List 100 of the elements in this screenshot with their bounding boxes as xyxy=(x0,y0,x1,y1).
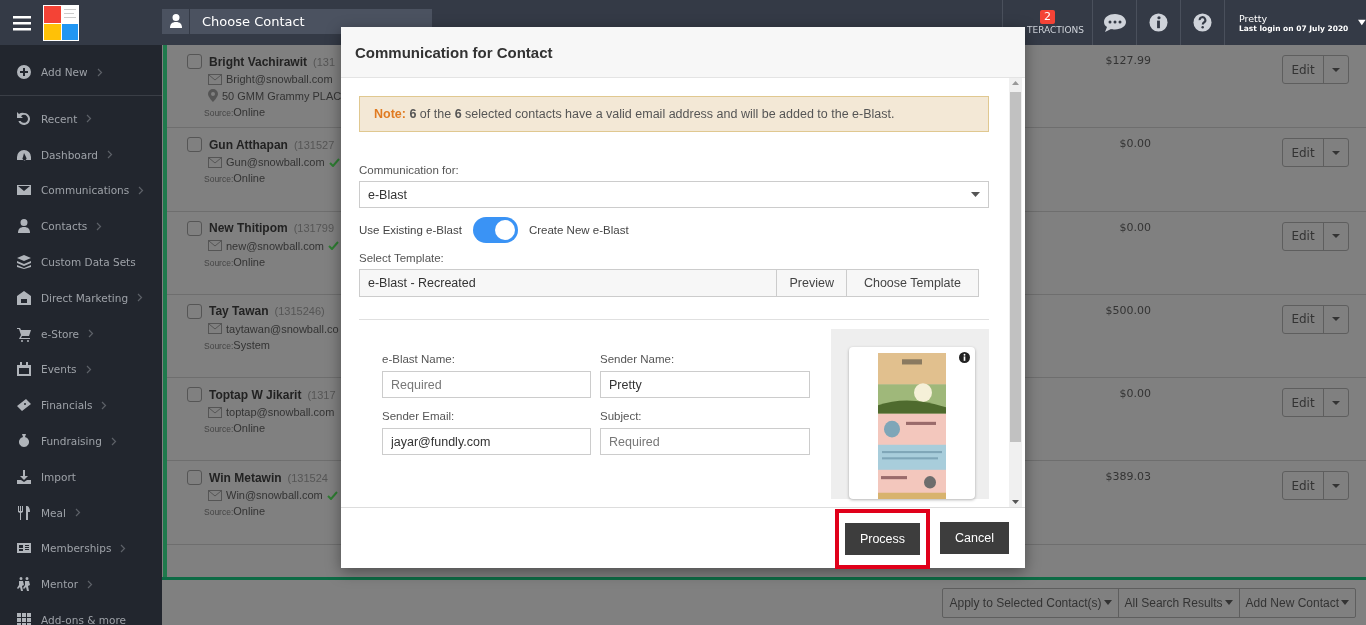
info-icon[interactable] xyxy=(1149,13,1168,32)
cancel-button[interactable]: Cancel xyxy=(940,522,1009,554)
menu-icon[interactable] xyxy=(13,14,31,31)
dropdown-button[interactable]: Add New Contact xyxy=(1238,588,1355,617)
row-checkbox[interactable] xyxy=(187,303,202,319)
edit-split-button[interactable]: Edit xyxy=(1282,55,1349,84)
edit-split-button[interactable]: Edit xyxy=(1282,388,1349,418)
row-checkbox[interactable] xyxy=(187,137,202,153)
chevron-icon xyxy=(96,67,103,77)
info-icon[interactable] xyxy=(959,352,970,363)
contact-email: taytawan@snowball.co xyxy=(226,322,339,335)
scroll-up-icon[interactable] xyxy=(1012,81,1019,85)
edit-split-button[interactable]: Edit xyxy=(1282,471,1349,501)
chevron-icon xyxy=(86,114,93,124)
contact-name[interactable]: Win Metawin xyxy=(209,471,282,485)
edit-split-button[interactable]: Edit xyxy=(1282,304,1349,334)
text-field[interactable]: Required xyxy=(382,371,591,398)
row-checkbox[interactable] xyxy=(187,54,202,69)
caret-icon xyxy=(1224,600,1233,605)
help-icon[interactable] xyxy=(1193,13,1212,32)
chevron-icon xyxy=(74,508,81,518)
menu-item-icon xyxy=(16,397,32,414)
chevron-icon xyxy=(85,364,92,374)
envelope-icon xyxy=(208,73,222,85)
chevron-icon xyxy=(88,329,94,339)
sidebar-item[interactable]: Fundraising xyxy=(0,423,162,459)
row-checkbox[interactable] xyxy=(187,470,202,486)
contact-email: new@snowball.com xyxy=(226,239,324,252)
caret-icon[interactable] xyxy=(1358,19,1366,26)
note-text: Note: 6 of the 6 selected contacts have a valid email address and will be added to the e-Blast. xyxy=(359,96,989,132)
caret-icon xyxy=(1341,600,1349,605)
amount-text: $500.00 xyxy=(1104,303,1151,317)
process-button[interactable]: Process xyxy=(844,522,921,555)
logo-icon[interactable] xyxy=(43,4,79,41)
menu-item-icon xyxy=(16,218,32,235)
sidebar-item[interactable]: Mentor xyxy=(0,566,162,603)
communication-select[interactable]: e-Blast xyxy=(359,181,989,208)
menu-item-icon xyxy=(16,504,32,521)
sidebar-item[interactable]: Meal xyxy=(0,494,162,531)
sidebar-item[interactable]: Events xyxy=(0,351,162,388)
sidebar-item[interactable]: Import xyxy=(0,458,162,495)
amount-text: $0.00 xyxy=(1118,220,1151,234)
envelope-icon xyxy=(208,240,222,252)
interactions-label[interactable]: TERACTIONS xyxy=(1026,25,1084,35)
toggle-switch[interactable] xyxy=(472,217,518,243)
menu-item-icon xyxy=(16,64,32,80)
chevron-icon xyxy=(106,150,113,160)
field-label: Select Template: xyxy=(359,252,445,264)
contact-name[interactable]: Tay Tawan xyxy=(209,304,269,319)
contact-email: Bright@snowball.com xyxy=(226,73,333,85)
menu-item-icon xyxy=(16,254,32,271)
chevron-icon xyxy=(110,436,117,446)
dropdown-button[interactable]: All Search Results xyxy=(1117,588,1239,617)
scrollbar[interactable] xyxy=(1009,78,1022,507)
text-field[interactable]: jayar@fundly.com xyxy=(382,428,591,455)
text-field[interactable]: Pretty xyxy=(600,371,810,398)
contact-email: toptap@snowball.com xyxy=(226,406,335,419)
contact-name[interactable]: Gun Atthapan xyxy=(209,137,288,152)
sidebar-item[interactable]: e-Store xyxy=(0,315,162,352)
chevron-icon xyxy=(96,221,103,231)
sidebar-item[interactable]: Contacts xyxy=(0,208,162,245)
contact-name[interactable]: Toptap W Jikarit xyxy=(209,387,302,402)
text-field[interactable]: Required xyxy=(600,428,810,455)
sidebar-item[interactable]: Add New xyxy=(0,57,162,96)
menu-item-icon xyxy=(16,361,32,378)
caret-icon xyxy=(1103,600,1112,605)
envelope-icon xyxy=(208,406,222,418)
sidebar-item[interactable]: Memberships xyxy=(0,530,162,567)
edit-split-button[interactable]: Edit xyxy=(1282,138,1349,168)
chevron-icon xyxy=(120,543,127,553)
contact-email: Gun@snowball.com xyxy=(226,156,325,169)
sidebar-item[interactable]: Communications xyxy=(0,172,162,209)
sidebar-item[interactable]: Dashboard xyxy=(0,136,162,173)
row-checkbox[interactable] xyxy=(187,220,202,236)
row-checkbox[interactable] xyxy=(187,387,202,403)
contact-name[interactable]: New Thitipom xyxy=(209,221,288,236)
contact-search-field[interactable]: Choose Contact xyxy=(190,8,432,34)
sidebar-item[interactable]: Financials xyxy=(0,387,162,424)
person-icon-button[interactable] xyxy=(162,8,190,34)
menu-item-icon xyxy=(16,289,32,306)
menu-item-icon xyxy=(16,468,32,485)
amount-text: $127.99 xyxy=(1104,54,1151,67)
edit-split-button[interactable]: Edit xyxy=(1282,221,1349,251)
toggle-label: Use Existing e-Blast xyxy=(359,224,462,236)
field-label: Sender Name: xyxy=(600,353,676,365)
field-label: Sender Email: xyxy=(382,410,456,422)
user-name[interactable]: Pretty xyxy=(1239,12,1349,24)
envelope-icon xyxy=(208,156,222,168)
dropdown-button[interactable]: Apply to Selected Contact(s) xyxy=(943,588,1118,617)
sidebar-item[interactable]: Direct Marketing xyxy=(0,280,162,316)
field-label: Subject: xyxy=(600,410,643,422)
contact-name[interactable]: Bright Vachirawit xyxy=(209,54,308,69)
scroll-down-icon[interactable] xyxy=(1012,500,1019,504)
menu-item-icon xyxy=(16,433,32,450)
menu-item-icon xyxy=(16,110,32,127)
toggle-label: Create New e-Blast xyxy=(528,224,629,236)
chat-icon[interactable] xyxy=(1102,12,1127,33)
sidebar-item[interactable]: Recent xyxy=(0,101,162,137)
sidebar-item[interactable]: Custom Data Sets xyxy=(0,244,162,280)
sidebar-item[interactable]: Add-ons & more xyxy=(0,602,162,625)
